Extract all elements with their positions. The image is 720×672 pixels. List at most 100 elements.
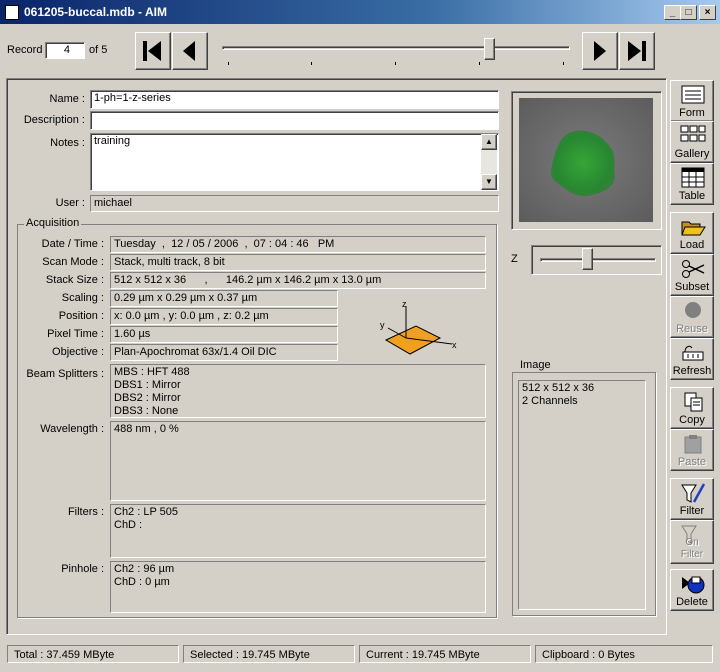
description-field[interactable] xyxy=(90,111,499,130)
paste-button[interactable]: Paste xyxy=(670,429,714,471)
app-icon[interactable] xyxy=(5,5,19,20)
title-bar[interactable]: 061205-buccal.mdb - AIM _ □ × xyxy=(0,0,720,24)
objective-label: Objective : xyxy=(52,346,104,358)
paste-label: Paste xyxy=(677,456,707,468)
form-label: Form xyxy=(679,107,705,119)
scaling-field: 0.29 µm x 0.29 µm x 0.37 µm xyxy=(110,290,338,307)
last-record-icon xyxy=(628,41,646,61)
last-record-button[interactable] xyxy=(619,32,655,70)
pixeltime-field: 1.60 µs xyxy=(110,326,338,343)
status-current: Current : 19.745 MByte xyxy=(359,645,531,663)
axis-y-label: y xyxy=(380,320,385,330)
subset-button[interactable]: Subset xyxy=(670,254,714,296)
table-view-button[interactable]: Table xyxy=(670,163,714,205)
record-count: of 5 xyxy=(89,44,108,56)
scroll-up-icon[interactable]: ▲ xyxy=(481,134,497,150)
status-selected: Selected : 19.745 MByte xyxy=(183,645,355,663)
refresh-label: Refresh xyxy=(672,365,712,377)
image-info-line: 512 x 512 x 36 xyxy=(522,382,595,394)
datetime-label: Date / Time : xyxy=(41,238,104,250)
subset-label: Subset xyxy=(674,281,710,293)
image-info-line: 2 Channels xyxy=(522,395,578,407)
delete-label: Delete xyxy=(676,596,708,608)
maximize-button[interactable]: □ xyxy=(680,5,697,20)
z-label: Z xyxy=(511,253,518,265)
form-view-button[interactable]: Form xyxy=(670,80,714,122)
reuse-icon xyxy=(685,302,701,318)
filter-button[interactable]: Filter xyxy=(670,478,714,520)
minimize-button[interactable]: _ xyxy=(664,5,681,20)
image-group-title: Image xyxy=(518,359,553,371)
copy-button[interactable]: Copy xyxy=(670,387,714,429)
paste-icon xyxy=(684,435,702,454)
filters-field: Ch2 : LP 505 ChD : xyxy=(110,504,486,558)
stack-orientation-icon: z y x xyxy=(380,299,457,355)
reuse-label: Reuse xyxy=(676,323,708,335)
name-label: Name : xyxy=(49,93,85,105)
refresh-button[interactable]: Refresh xyxy=(670,338,714,380)
gallery-label: Gallery xyxy=(674,148,710,160)
scaling-label: Scaling : xyxy=(61,292,104,304)
reuse-button[interactable]: Reuse xyxy=(670,296,714,338)
z-slider-thumb[interactable] xyxy=(581,248,593,270)
copy-label: Copy xyxy=(679,414,705,426)
filter-label: Filter xyxy=(679,505,705,517)
position-field: x: 0.0 µm , y: 0.0 µm , z: 0.2 µm xyxy=(110,308,338,325)
pinhole-line: ChD : 0 µm xyxy=(114,576,170,588)
copy-icon xyxy=(684,392,703,412)
objective-field: Plan-Apochromat 63x/1.4 Oil DIC xyxy=(110,344,338,361)
description-label: Description : xyxy=(23,114,85,126)
name-field[interactable]: 1-ph=1-z-series xyxy=(90,90,499,109)
user-field: michael xyxy=(90,195,499,212)
stacksize-label: Stack Size : xyxy=(45,274,104,286)
filter-icon xyxy=(681,483,706,503)
close-button[interactable]: × xyxy=(699,5,716,20)
next-record-button[interactable] xyxy=(582,32,618,70)
beam-splitters-field: MBS : HFT 488 DBS1 : Mirror DBS2 : Mirro… xyxy=(110,364,486,418)
first-record-icon xyxy=(143,41,161,61)
pixeltime-label: Pixel Time : xyxy=(47,328,104,340)
axis-z-label: z xyxy=(402,299,407,309)
record-label: Record xyxy=(7,44,43,56)
beam-splitters-label: Beam Splitters : xyxy=(26,368,104,380)
notes-scrollbar[interactable]: ▲ ▼ xyxy=(481,134,497,190)
record-number-input[interactable]: 4 xyxy=(45,42,85,59)
table-label: Table xyxy=(678,190,706,202)
filter-on-button[interactable]: On Filter xyxy=(670,520,714,564)
notes-textarea[interactable]: training xyxy=(90,133,499,191)
delete-button[interactable]: Delete xyxy=(670,569,714,611)
thumbnail-image[interactable] xyxy=(519,98,653,222)
pinhole-field: Ch2 : 96 µm ChD : 0 µm xyxy=(110,561,486,613)
beam-line: DBS1 : Mirror xyxy=(114,379,181,391)
status-total: Total : 37.459 MByte xyxy=(7,645,179,663)
datetime-field: Tuesday , 12 / 05 / 2006 , 07 : 04 : 46 … xyxy=(110,236,486,253)
wavelength-label: Wavelength : xyxy=(40,423,104,435)
z-slider-track[interactable] xyxy=(540,258,656,262)
load-button[interactable]: Load xyxy=(670,212,714,254)
notes-label: Notes : xyxy=(50,137,85,149)
gallery-view-button[interactable]: Gallery xyxy=(670,121,714,163)
scanmode-label: Scan Mode : xyxy=(42,256,104,268)
filter-on-label: On Filter xyxy=(680,537,704,560)
acquisition-title: Acquisition xyxy=(24,217,82,229)
record-slider-thumb[interactable] xyxy=(484,38,496,60)
slider-tick xyxy=(563,62,564,65)
load-label: Load xyxy=(679,239,705,251)
axis-x-label: x xyxy=(452,340,457,350)
beam-line: MBS : HFT 488 xyxy=(114,366,190,378)
folder-open-icon xyxy=(681,221,706,236)
notes-text: training xyxy=(94,135,131,147)
previous-record-button[interactable] xyxy=(172,32,208,70)
scroll-down-icon[interactable]: ▼ xyxy=(481,174,497,190)
filters-label: Filters : xyxy=(67,506,104,518)
filters-line: Ch2 : LP 505 xyxy=(114,506,179,518)
slider-tick xyxy=(228,62,229,65)
wavelength-field: 488 nm , 0 % xyxy=(110,421,486,501)
scanmode-field: Stack, multi track, 8 bit xyxy=(110,254,486,271)
delete-icon xyxy=(682,576,705,594)
status-clipboard: Clipboard : 0 Bytes xyxy=(535,645,713,663)
record-slider-track[interactable] xyxy=(222,46,570,50)
slider-tick xyxy=(479,62,480,65)
first-record-button[interactable] xyxy=(135,32,171,70)
pinhole-line: Ch2 : 96 µm xyxy=(114,563,175,575)
